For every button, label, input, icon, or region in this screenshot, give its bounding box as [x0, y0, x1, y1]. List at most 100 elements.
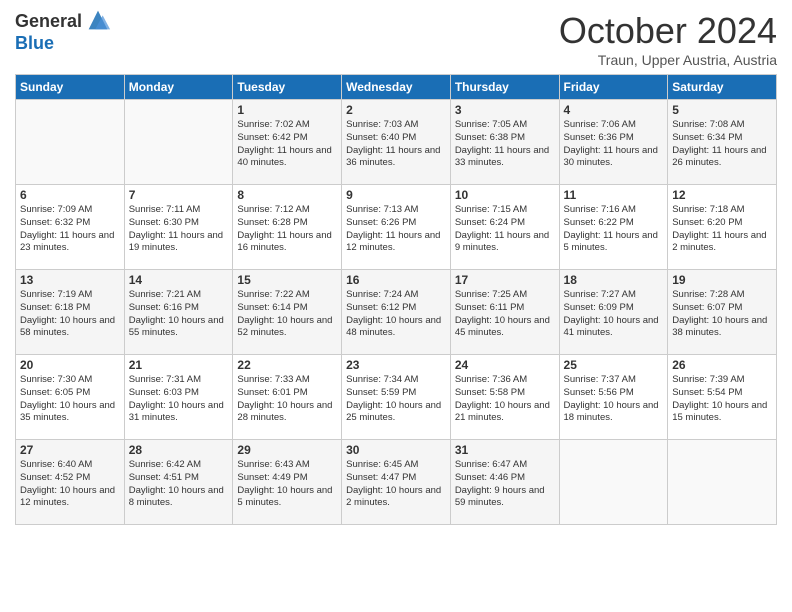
day-info: Sunrise: 7:06 AM Sunset: 6:36 PM Dayligh… — [564, 119, 664, 170]
day-info: Sunrise: 7:21 AM Sunset: 6:16 PM Dayligh… — [129, 289, 229, 340]
day-info: Sunrise: 7:37 AM Sunset: 5:56 PM Dayligh… — [564, 374, 664, 425]
table-row: 10 Sunrise: 7:15 AM Sunset: 6:24 PM Dayli… — [450, 185, 559, 270]
day-number: 18 — [564, 273, 664, 287]
table-row: 20 Sunrise: 7:30 AM Sunset: 6:05 PM Dayli… — [16, 355, 125, 440]
col-sunday: Sunday — [16, 75, 125, 100]
day-info: Sunrise: 6:47 AM Sunset: 4:46 PM Dayligh… — [455, 459, 555, 510]
table-row: 7Sunrise: 7:11 AM Sunset: 6:30 PM Daylig… — [124, 185, 233, 270]
day-number: 1 — [237, 103, 337, 117]
table-row: 5Sunrise: 7:08 AM Sunset: 6:34 PM Daylig… — [668, 100, 777, 185]
week-row-3: 13 Sunrise: 7:19 AM Sunset: 6:18 PM Dayli… — [16, 270, 777, 355]
col-monday: Monday — [124, 75, 233, 100]
day-info: Sunrise: 6:40 AM Sunset: 4:52 PM Dayligh… — [20, 459, 120, 510]
week-row-1: 1 Sunrise: 7:02 AM Sunset: 6:42 PM Daylig… — [16, 100, 777, 185]
day-info: Sunrise: 7:24 AM Sunset: 6:12 PM Dayligh… — [346, 289, 446, 340]
day-info: Sunrise: 7:27 AM Sunset: 6:09 PM Dayligh… — [564, 289, 664, 340]
table-row: 3Sunrise: 7:05 AM Sunset: 6:38 PM Daylig… — [450, 100, 559, 185]
day-info: Sunrise: 7:28 AM Sunset: 6:07 PM Dayligh… — [672, 289, 772, 340]
table-row: 25 Sunrise: 7:37 AM Sunset: 5:56 PM Dayli… — [559, 355, 668, 440]
table-row: 21Sunrise: 7:31 AM Sunset: 6:03 PM Dayli… — [124, 355, 233, 440]
table-row: 15Sunrise: 7:22 AM Sunset: 6:14 PM Dayli… — [233, 270, 342, 355]
day-number: 28 — [129, 443, 229, 457]
day-info: Sunrise: 7:09 AM Sunset: 6:32 PM Dayligh… — [20, 204, 120, 255]
table-row: 30 Sunrise: 6:45 AM Sunset: 4:47 PM Dayli… — [342, 440, 451, 525]
day-number: 14 — [129, 273, 229, 287]
table-row: 16 Sunrise: 7:24 AM Sunset: 6:12 PM Dayli… — [342, 270, 451, 355]
logo-blue-text: Blue — [15, 34, 112, 54]
calendar-table: Sunday Monday Tuesday Wednesday Thursday… — [15, 74, 777, 525]
subtitle: Traun, Upper Austria, Austria — [559, 52, 777, 68]
day-info: Sunrise: 7:02 AM Sunset: 6:42 PM Dayligh… — [237, 119, 337, 170]
day-info: Sunrise: 7:25 AM Sunset: 6:11 PM Dayligh… — [455, 289, 555, 340]
day-number: 6 — [20, 188, 120, 202]
day-info: Sunrise: 7:33 AM Sunset: 6:01 PM Dayligh… — [237, 374, 337, 425]
day-info: Sunrise: 7:22 AM Sunset: 6:14 PM Dayligh… — [237, 289, 337, 340]
day-number: 22 — [237, 358, 337, 372]
week-row-4: 20 Sunrise: 7:30 AM Sunset: 6:05 PM Dayli… — [16, 355, 777, 440]
table-row: 27 Sunrise: 6:40 AM Sunset: 4:52 PM Dayli… — [16, 440, 125, 525]
day-info: Sunrise: 6:43 AM Sunset: 4:49 PM Dayligh… — [237, 459, 337, 510]
table-row: 24 Sunrise: 7:36 AM Sunset: 5:58 PM Dayli… — [450, 355, 559, 440]
day-info: Sunrise: 7:16 AM Sunset: 6:22 PM Dayligh… — [564, 204, 664, 255]
month-title: October 2024 — [559, 10, 777, 52]
day-info: Sunrise: 6:42 AM Sunset: 4:51 PM Dayligh… — [129, 459, 229, 510]
title-block: October 2024 Traun, Upper Austria, Austr… — [559, 10, 777, 68]
day-number: 26 — [672, 358, 772, 372]
day-number: 16 — [346, 273, 446, 287]
day-info: Sunrise: 7:34 AM Sunset: 5:59 PM Dayligh… — [346, 374, 446, 425]
table-row: 29 Sunrise: 6:43 AM Sunset: 4:49 PM Dayli… — [233, 440, 342, 525]
day-info: Sunrise: 7:18 AM Sunset: 6:20 PM Dayligh… — [672, 204, 772, 255]
day-info: Sunrise: 7:31 AM Sunset: 6:03 PM Dayligh… — [129, 374, 229, 425]
table-row: 6 Sunrise: 7:09 AM Sunset: 6:32 PM Daylig… — [16, 185, 125, 270]
day-info: Sunrise: 7:05 AM Sunset: 6:38 PM Dayligh… — [455, 119, 555, 170]
table-row: 13 Sunrise: 7:19 AM Sunset: 6:18 PM Dayli… — [16, 270, 125, 355]
page: General Blue October 2024 Traun, Upper A… — [0, 0, 792, 612]
day-number: 10 — [455, 188, 555, 202]
table-row: 19 Sunrise: 7:28 AM Sunset: 6:07 PM Dayli… — [668, 270, 777, 355]
table-row: 1 Sunrise: 7:02 AM Sunset: 6:42 PM Daylig… — [233, 100, 342, 185]
day-info: Sunrise: 7:03 AM Sunset: 6:40 PM Dayligh… — [346, 119, 446, 170]
table-row: 28 Sunrise: 6:42 AM Sunset: 4:51 PM Dayli… — [124, 440, 233, 525]
table-row: 23Sunrise: 7:34 AM Sunset: 5:59 PM Dayli… — [342, 355, 451, 440]
col-wednesday: Wednesday — [342, 75, 451, 100]
day-info: Sunrise: 7:30 AM Sunset: 6:05 PM Dayligh… — [20, 374, 120, 425]
table-row: 14 Sunrise: 7:21 AM Sunset: 6:16 PM Dayli… — [124, 270, 233, 355]
table-row — [124, 100, 233, 185]
day-number: 25 — [564, 358, 664, 372]
day-info: Sunrise: 7:36 AM Sunset: 5:58 PM Dayligh… — [455, 374, 555, 425]
col-tuesday: Tuesday — [233, 75, 342, 100]
day-number: 9 — [346, 188, 446, 202]
logo-general-text: General — [15, 12, 82, 32]
day-info: Sunrise: 7:12 AM Sunset: 6:28 PM Dayligh… — [237, 204, 337, 255]
table-row: 9 Sunrise: 7:13 AM Sunset: 6:26 PM Daylig… — [342, 185, 451, 270]
col-saturday: Saturday — [668, 75, 777, 100]
day-number: 29 — [237, 443, 337, 457]
day-info: Sunrise: 7:19 AM Sunset: 6:18 PM Dayligh… — [20, 289, 120, 340]
day-info: Sunrise: 7:39 AM Sunset: 5:54 PM Dayligh… — [672, 374, 772, 425]
day-number: 12 — [672, 188, 772, 202]
table-row: 12 Sunrise: 7:18 AM Sunset: 6:20 PM Dayli… — [668, 185, 777, 270]
table-row: 4 Sunrise: 7:06 AM Sunset: 6:36 PM Daylig… — [559, 100, 668, 185]
table-row: 31 Sunrise: 6:47 AM Sunset: 4:46 PM Dayli… — [450, 440, 559, 525]
day-info: Sunrise: 7:15 AM Sunset: 6:24 PM Dayligh… — [455, 204, 555, 255]
header-row: Sunday Monday Tuesday Wednesday Thursday… — [16, 75, 777, 100]
week-row-5: 27 Sunrise: 6:40 AM Sunset: 4:52 PM Dayli… — [16, 440, 777, 525]
day-number: 30 — [346, 443, 446, 457]
day-number: 31 — [455, 443, 555, 457]
day-info: Sunrise: 6:45 AM Sunset: 4:47 PM Dayligh… — [346, 459, 446, 510]
day-number: 27 — [20, 443, 120, 457]
day-number: 24 — [455, 358, 555, 372]
day-number: 7 — [129, 188, 229, 202]
day-number: 13 — [20, 273, 120, 287]
table-row: 26 Sunrise: 7:39 AM Sunset: 5:54 PM Dayli… — [668, 355, 777, 440]
table-row — [668, 440, 777, 525]
day-number: 4 — [564, 103, 664, 117]
day-info: Sunrise: 7:13 AM Sunset: 6:26 PM Dayligh… — [346, 204, 446, 255]
table-row: 2 Sunrise: 7:03 AM Sunset: 6:40 PM Daylig… — [342, 100, 451, 185]
day-number: 20 — [20, 358, 120, 372]
day-number: 11 — [564, 188, 664, 202]
day-number: 2 — [346, 103, 446, 117]
day-number: 19 — [672, 273, 772, 287]
table-row — [559, 440, 668, 525]
table-row: 8Sunrise: 7:12 AM Sunset: 6:28 PM Daylig… — [233, 185, 342, 270]
